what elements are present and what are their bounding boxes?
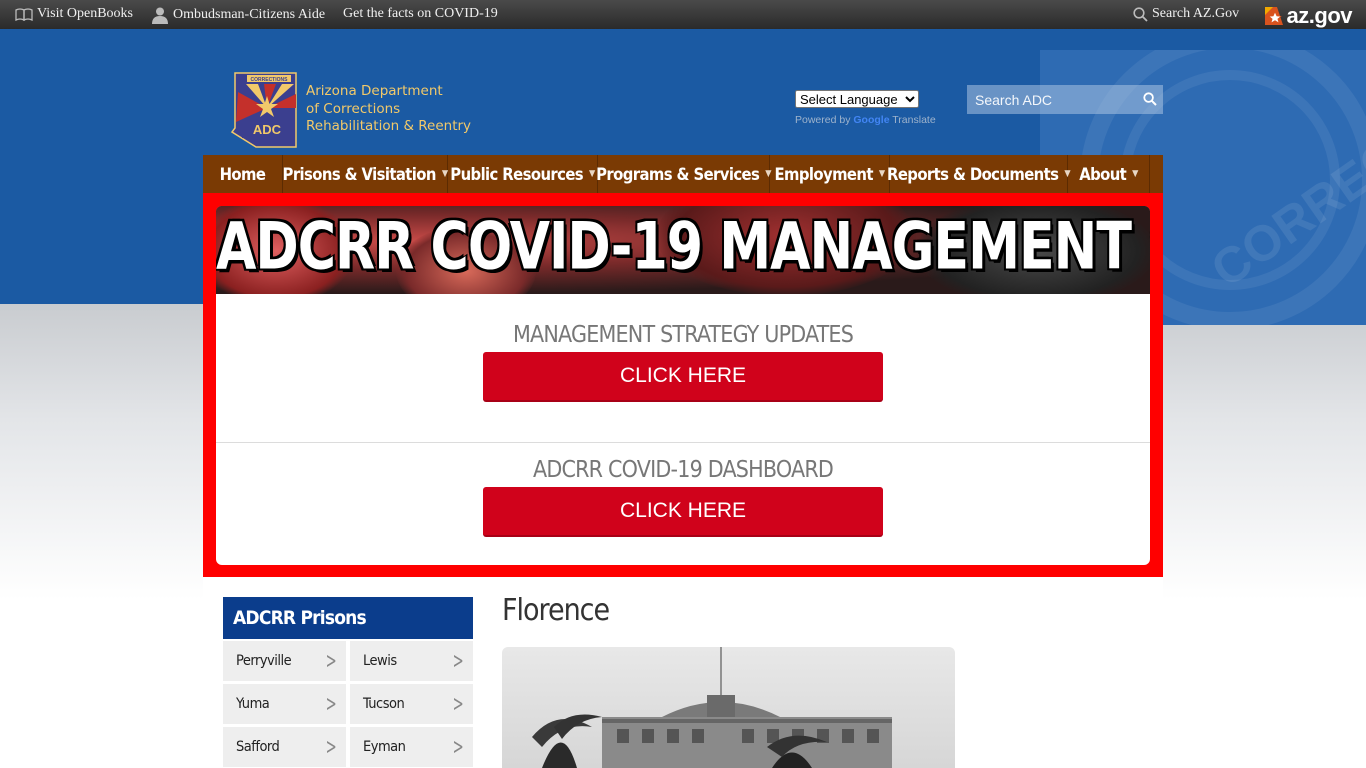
covid-banner-title: ADCRR COVID-19 MANAGEMENT STRATEGY	[216, 207, 1150, 285]
prison-link-lewis[interactable]: Lewis >	[350, 641, 473, 681]
search-button[interactable]	[1143, 92, 1157, 111]
prison-label: Tucson	[363, 696, 405, 712]
nav-employment[interactable]: Employment ▼	[770, 155, 890, 193]
nav-programs-services[interactable]: Programs & Services ▼	[596, 155, 771, 193]
prison-link-tucson[interactable]: Tucson >	[350, 684, 473, 724]
openbooks-link[interactable]: Visit OpenBooks	[15, 6, 133, 22]
nav-reports-label: Reports & Documents	[886, 164, 1059, 184]
search-azgov-link[interactable]: Search AZ.Gov	[1133, 6, 1239, 22]
nav-reports-documents[interactable]: Reports & Documents ▼	[886, 155, 1071, 193]
nav-programs-label: Programs & Services	[596, 164, 760, 184]
prison-label: Lewis	[363, 653, 397, 669]
florence-prison-photo	[502, 647, 955, 768]
google-label[interactable]: Google	[853, 114, 889, 126]
search-azgov-label: Search AZ.Gov	[1152, 6, 1240, 21]
nav-employment-label: Employment	[774, 164, 873, 184]
prison-label: Safford	[236, 739, 280, 755]
nav-public-resources-label: Public Resources	[450, 164, 584, 184]
prisons-list: Perryville > Lewis > Yuma > Tucson > Saf…	[223, 641, 473, 767]
covid-facts-label: Get the facts on COVID-19	[343, 6, 498, 21]
site-search	[967, 85, 1163, 114]
prison-label: Eyman	[363, 739, 406, 755]
org-name: Arizona Department of Corrections Rehabi…	[306, 83, 471, 136]
ombudsman-label: Ombudsman-Citizens Aide	[173, 7, 326, 22]
prison-label: Yuma	[236, 696, 270, 712]
covid-dashboard-title: ADCRR COVID-19 DASHBOARD	[532, 457, 834, 483]
person-icon	[152, 7, 168, 24]
covid-dashboard-button[interactable]: CLICK HERE	[483, 487, 883, 537]
covid-banner: ADCRR COVID-19 MANAGEMENT STRATEGY	[216, 206, 1150, 294]
chevron-right-icon: >	[325, 734, 337, 760]
search-icon	[1143, 92, 1157, 106]
top-utility-bar: Visit OpenBooks Ombudsman-Citizens Aide …	[0, 0, 1366, 29]
management-updates-button[interactable]: CLICK HERE	[483, 352, 883, 402]
covid-facts-link[interactable]: Get the facts on COVID-19	[343, 6, 498, 22]
nav-home[interactable]: Home	[203, 155, 283, 193]
nav-about-label: About	[1079, 164, 1127, 184]
search-input[interactable]	[967, 85, 1135, 114]
chevron-right-icon: >	[452, 691, 464, 717]
prison-link-eyman[interactable]: Eyman >	[350, 727, 473, 767]
adc-logo[interactable]: CORRECTIONS ADC Arizona Department of Co…	[230, 70, 490, 150]
arizona-state-icon	[1264, 7, 1283, 25]
book-icon	[15, 7, 33, 21]
caret-down-icon: ▼	[589, 169, 595, 179]
page-title: Florence	[502, 593, 610, 628]
logo-badge-top-text: CORRECTIONS	[251, 77, 289, 83]
ombudsman-link[interactable]: Ombudsman-Citizens Aide	[151, 6, 325, 24]
logo-badge-text: ADC	[253, 122, 282, 137]
nav-public-resources[interactable]: Public Resources ▼	[448, 155, 598, 193]
translate-label[interactable]: Translate	[892, 114, 935, 126]
prison-label: Perryville	[236, 653, 292, 669]
google-translate-credit: Powered by Google Translate	[795, 114, 936, 126]
adc-emblem-icon: CORRECTIONS ADC	[230, 72, 297, 148]
chevron-right-icon: >	[325, 648, 337, 674]
main-content: ADCRR Prisons Perryville > Lewis > Yuma …	[203, 577, 1163, 768]
chevron-right-icon: >	[452, 648, 464, 674]
powered-by-label: Powered by	[795, 114, 851, 126]
org-name-line-1: Arizona Department	[306, 83, 443, 99]
nav-prisons-label: Prisons & Visitation	[282, 164, 437, 184]
covid-alert-panel: ADCRR COVID-19 MANAGEMENT STRATEGY MANAG…	[216, 206, 1150, 565]
covid-alert-box: ADCRR COVID-19 MANAGEMENT STRATEGY MANAG…	[203, 193, 1163, 577]
prison-link-safford[interactable]: Safford >	[223, 727, 346, 767]
management-updates-title: MANAGEMENT STRATEGY UPDATES	[512, 322, 854, 348]
openbooks-label: Visit OpenBooks	[37, 6, 133, 21]
caret-down-icon: ▼	[878, 169, 885, 179]
language-select[interactable]: Select Language	[795, 90, 919, 108]
azgov-logo[interactable]: az.gov	[1263, 3, 1353, 29]
prison-link-perryville[interactable]: Perryville >	[223, 641, 346, 681]
org-name-line-2: of Corrections	[306, 100, 401, 117]
section-divider	[216, 442, 1150, 443]
caret-down-icon: ▼	[1132, 169, 1138, 179]
nav-about[interactable]: About ▼	[1068, 155, 1150, 193]
chevron-right-icon: >	[325, 691, 337, 717]
nav-home-label: Home	[219, 164, 266, 184]
chevron-right-icon: >	[452, 734, 464, 760]
nav-prisons-visitation[interactable]: Prisons & Visitation ▼	[283, 155, 448, 193]
prisons-sidebar-heading: ADCRR Prisons	[223, 597, 473, 639]
caret-down-icon: ▼	[441, 169, 448, 179]
main-nav: Home Prisons & Visitation ▼ Public Resou…	[203, 155, 1163, 193]
azgov-label: az.gov	[1286, 3, 1353, 28]
org-name-line-3: Rehabilitation & Reentry	[306, 118, 472, 134]
prison-link-yuma[interactable]: Yuma >	[223, 684, 346, 724]
search-icon	[1133, 6, 1148, 22]
historic-building-image	[532, 647, 892, 768]
language-selector: Select Language	[795, 90, 919, 109]
